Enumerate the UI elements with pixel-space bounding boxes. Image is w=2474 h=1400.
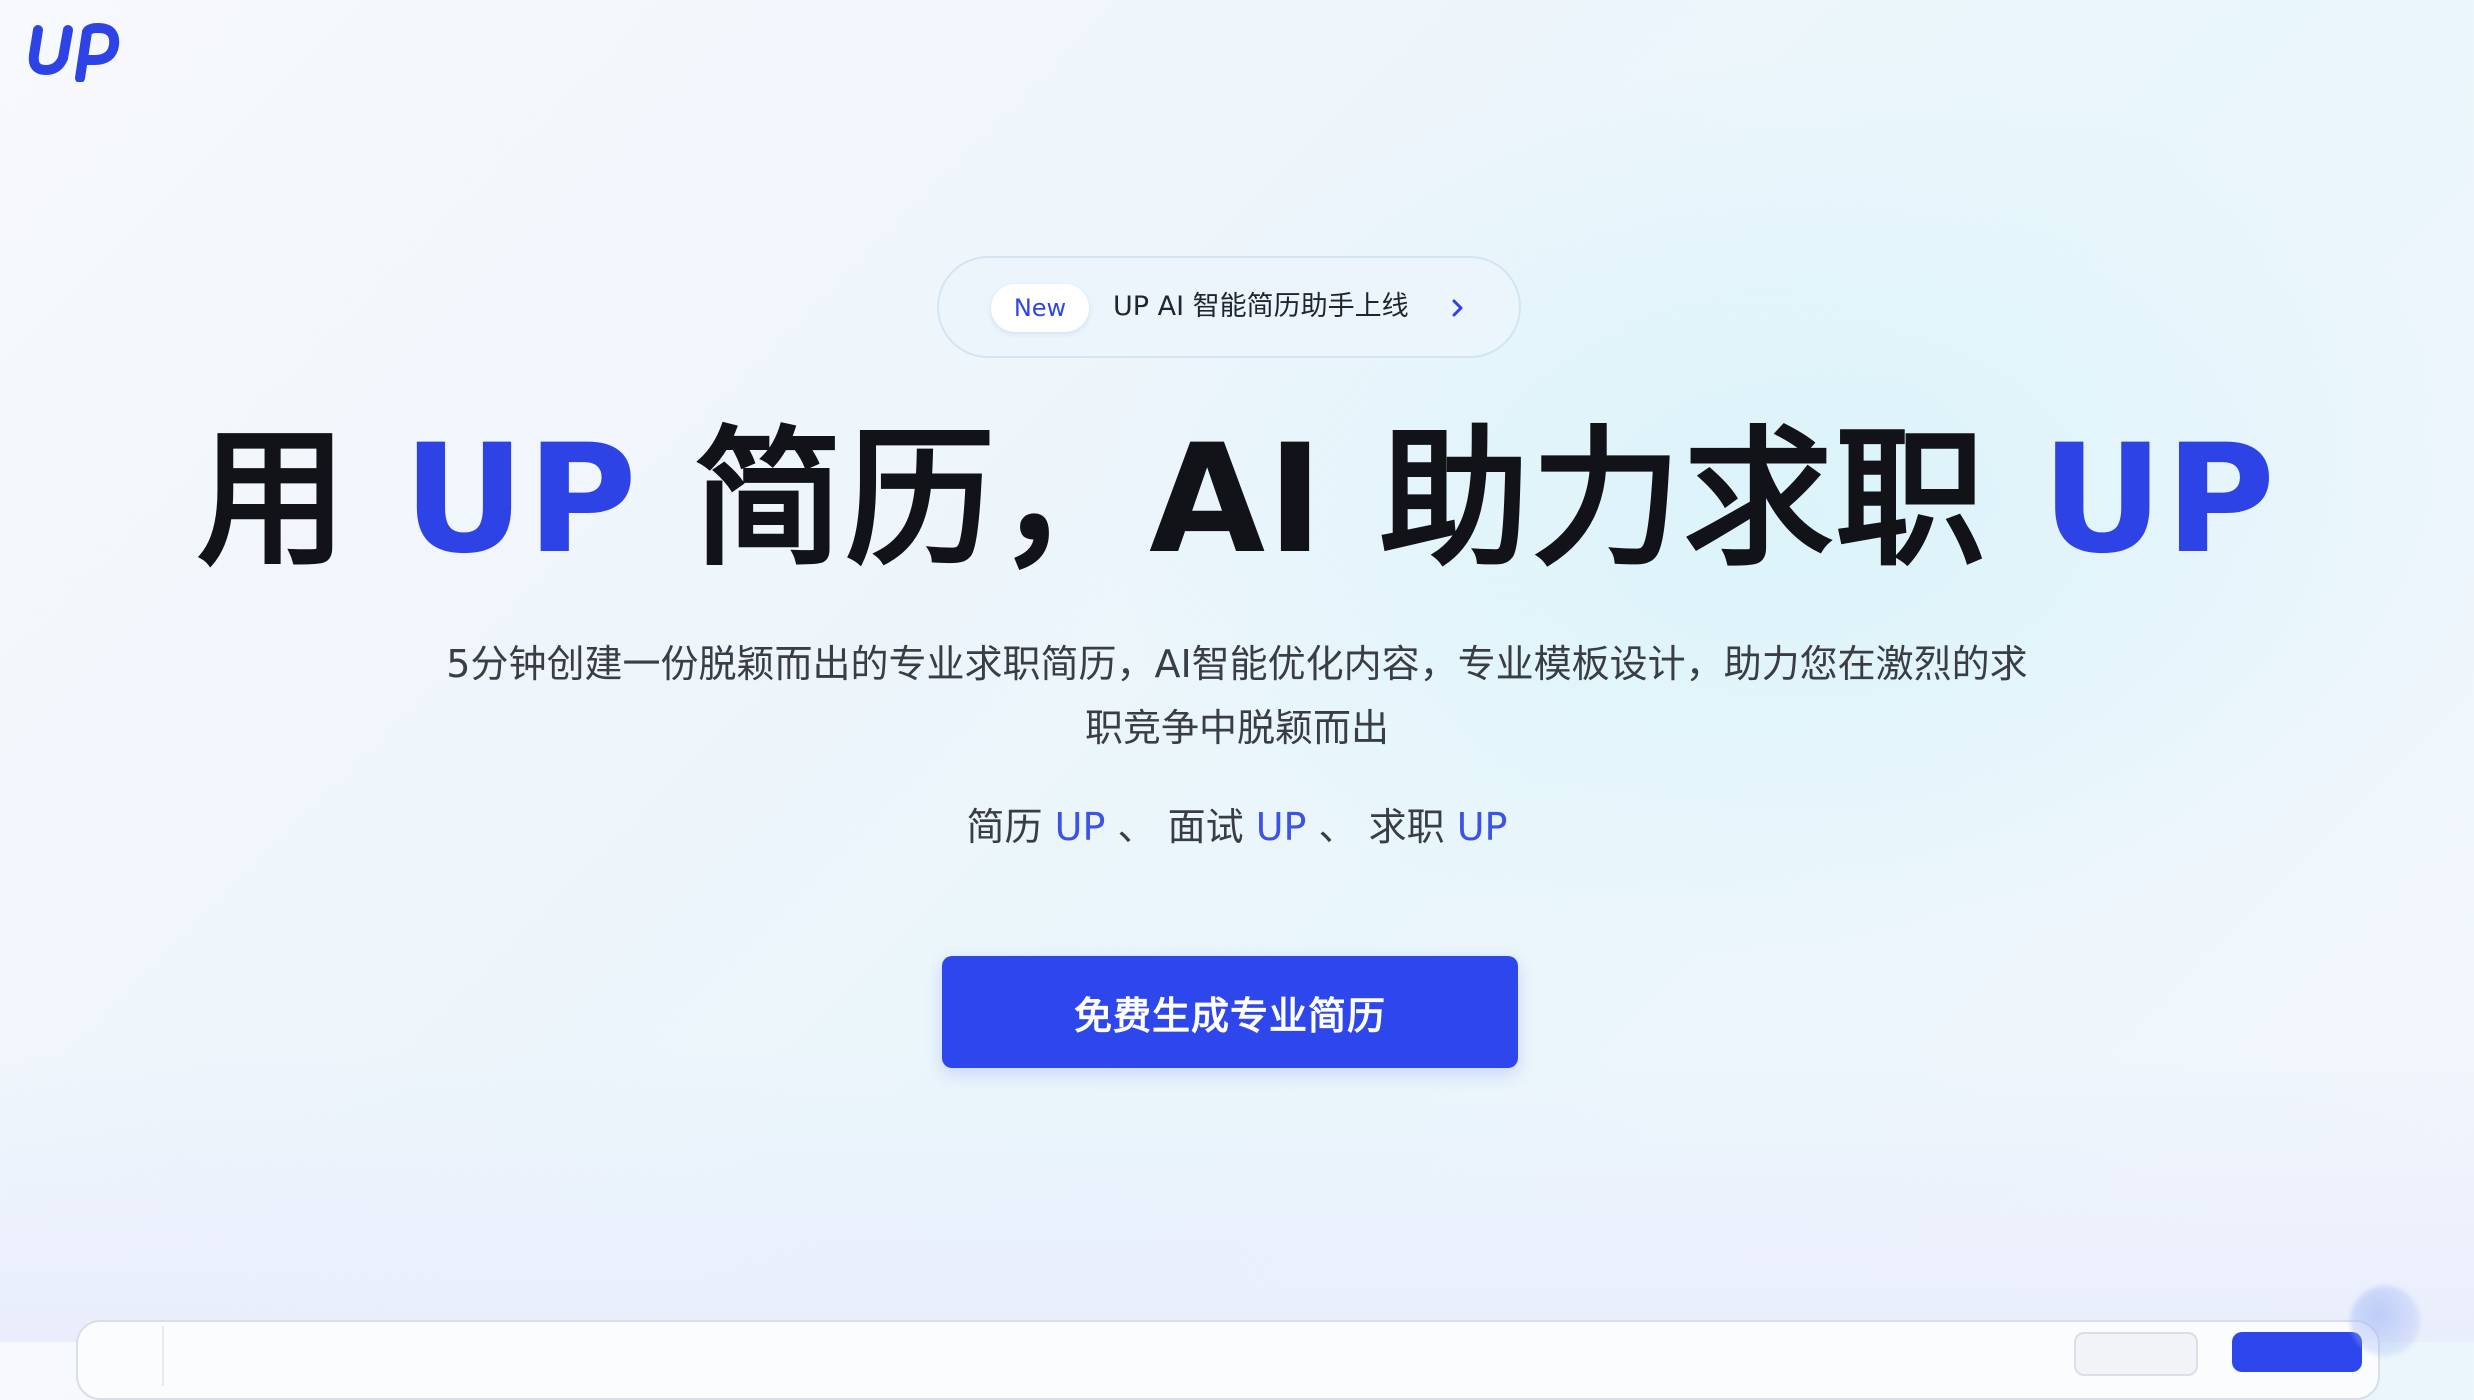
tagline-accent: UP (1054, 805, 1106, 849)
title-accent-2: UP (2041, 413, 2278, 587)
preview-secondary-button[interactable] (2074, 1332, 2198, 1376)
tagline-accent: UP (1255, 805, 1307, 849)
preview-divider (162, 1326, 164, 1386)
tagline-word: 求职 (1368, 805, 1445, 849)
background-fade (0, 1050, 2474, 1342)
announcement-pill[interactable]: New UP AI 智能简历助手上线 (937, 256, 1521, 358)
announcement-text: UP AI 智能简历助手上线 (1113, 291, 1409, 322)
resume-preview-card (76, 1320, 2380, 1400)
title-part-2: 简历，AI 助力求职 (638, 413, 2042, 587)
title-part-1: 用 (196, 413, 404, 587)
preview-primary-button[interactable] (2232, 1332, 2362, 1372)
tagline-word: 简历 (966, 805, 1043, 849)
hero-tagline: 简历 UP 、 面试 UP 、 求职 UP (0, 797, 2474, 857)
chevron-right-icon (1452, 299, 1463, 317)
tagline-separator: 、 (1117, 805, 1156, 849)
generate-resume-button[interactable]: 免费生成专业简历 (942, 956, 1518, 1068)
up-logo-icon (28, 23, 120, 82)
tagline-separator: 、 (1318, 805, 1357, 849)
hero-title: 用 UP 简历，AI 助力求职 UP (0, 405, 2474, 595)
tagline-accent: UP (1456, 805, 1508, 849)
tagline-word: 面试 (1167, 805, 1244, 849)
hero-subtitle: 5分钟创建一份脱颖而出的专业求职简历，AI智能优化内容，专业模板设计，助力您在激… (446, 642, 2028, 750)
new-badge: New (991, 284, 1089, 332)
floating-assistant-bubble[interactable] (2350, 1286, 2420, 1356)
title-accent-1: UP (403, 413, 639, 587)
